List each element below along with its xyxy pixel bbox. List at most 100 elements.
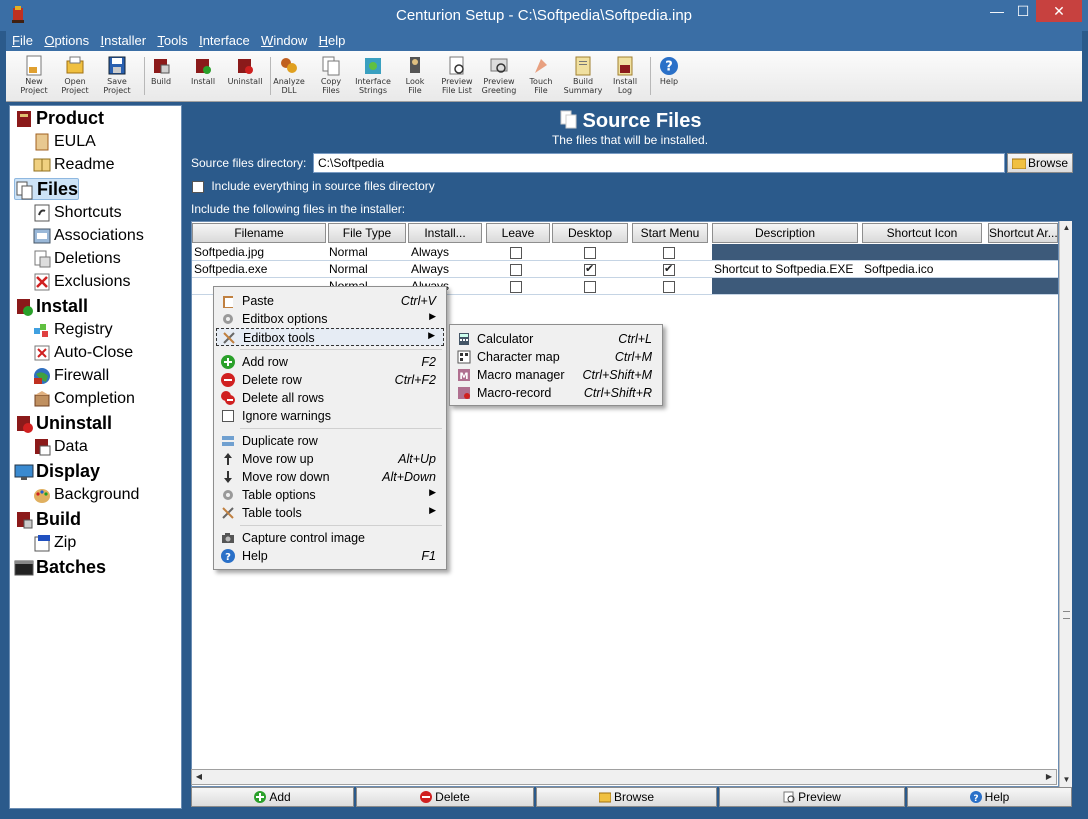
desktop-checkbox[interactable] xyxy=(584,246,596,259)
cell-filename[interactable]: Softpedia.exe xyxy=(194,262,326,276)
tree-item-background[interactable]: Background xyxy=(32,485,139,507)
tree-item-deletions[interactable]: Deletions xyxy=(32,249,121,271)
help-button[interactable]: ? Help xyxy=(649,53,689,99)
cell-desktop[interactable] xyxy=(584,279,596,293)
tree-item-files[interactable]: Files xyxy=(14,178,80,200)
cell-leave[interactable] xyxy=(510,279,522,293)
ctx-help[interactable]: ? Help F1 xyxy=(216,547,444,565)
menu-installer[interactable]: Installer xyxy=(94,31,148,48)
cell-install[interactable]: Always xyxy=(411,262,449,276)
table-row[interactable]: Softpedia.jpg Normal Always xyxy=(192,244,1058,261)
cell-description-empty[interactable] xyxy=(712,244,1058,260)
cell-start-menu[interactable] xyxy=(663,279,675,293)
leave-checkbox[interactable] xyxy=(510,246,522,259)
col-header-description[interactable]: Description xyxy=(712,223,858,243)
sub-macro-manager[interactable]: M Macro manager Ctrl+Shift+M xyxy=(452,366,660,384)
cell-filename[interactable]: Softpedia.jpg xyxy=(194,245,326,259)
look-file-button[interactable]: Look File xyxy=(395,53,435,99)
col-header-desktop[interactable]: Desktop xyxy=(552,223,628,243)
install-log-button[interactable]: Install Log xyxy=(605,53,645,99)
ctx-delete-row[interactable]: Delete row Ctrl+F2 xyxy=(216,371,444,389)
close-button[interactable]: ✕ xyxy=(1036,0,1082,22)
cell-leave[interactable] xyxy=(510,245,522,259)
cell-desktop[interactable] xyxy=(584,245,596,259)
ctx-capture-control-image[interactable]: Capture control image xyxy=(216,529,444,547)
preview-file-list-button[interactable]: Preview File List xyxy=(437,53,477,99)
tree-item-product[interactable]: Product xyxy=(14,108,104,130)
tree-item-install[interactable]: Install xyxy=(14,296,88,318)
start-menu-checkbox[interactable] xyxy=(663,246,675,259)
tree-item-auto-close[interactable]: Auto-Close xyxy=(32,343,133,365)
scroll-down-arrow[interactable]: ▼ xyxy=(1060,773,1073,786)
col-header-install[interactable]: Install... xyxy=(408,223,482,243)
tree-item-firewall[interactable]: Firewall xyxy=(32,366,109,388)
ctx-editbox-tools[interactable]: Editbox tools ▶ xyxy=(216,328,444,346)
tree-item-build[interactable]: Build xyxy=(14,509,81,531)
uninstall-button[interactable]: Uninstall xyxy=(225,53,265,99)
cell-file-type[interactable]: Normal xyxy=(329,262,368,276)
col-header-shortcut-args[interactable]: Shortcut Ar... xyxy=(988,223,1058,243)
col-header-start-menu[interactable]: Start Menu xyxy=(632,223,708,243)
ignore-warnings-checkbox[interactable] xyxy=(222,410,234,422)
minimize-button[interactable]: — xyxy=(984,0,1010,22)
cell-leave[interactable] xyxy=(510,262,522,276)
tree-item-zip[interactable]: Zip xyxy=(32,533,76,555)
col-header-shortcut-icon[interactable]: Shortcut Icon xyxy=(862,223,982,243)
menu-interface[interactable]: Interface xyxy=(193,31,252,48)
start-menu-checkbox[interactable] xyxy=(663,262,675,276)
cell-description-empty[interactable] xyxy=(712,278,1058,294)
build-button[interactable]: Build xyxy=(141,53,181,99)
menu-options[interactable]: Options xyxy=(38,31,91,48)
ctx-table-tools[interactable]: Table tools ▶ xyxy=(216,504,444,522)
ctx-duplicate-row[interactable]: Duplicate row xyxy=(216,432,444,450)
tree-item-shortcuts[interactable]: Shortcuts xyxy=(32,203,122,225)
copy-files-button[interactable]: Copy Files xyxy=(311,53,351,99)
include-all-checkbox-row[interactable]: Include everything in source files direc… xyxy=(192,179,435,193)
tree-item-batches[interactable]: Batches xyxy=(14,557,106,579)
ctx-add-row[interactable]: Add row F2 xyxy=(216,353,444,371)
ctx-editbox-options[interactable]: Editbox options ▶ xyxy=(216,310,444,328)
leave-checkbox[interactable] xyxy=(510,280,522,293)
tree-item-exclusions[interactable]: Exclusions xyxy=(32,272,130,294)
source-dir-input[interactable]: C:\Softpedia xyxy=(313,153,1005,173)
col-header-file-type[interactable]: File Type xyxy=(328,223,406,243)
analyze-dll-button[interactable]: Analyze DLL xyxy=(269,53,309,99)
add-row-button[interactable]: Add xyxy=(191,787,354,807)
browse-files-button[interactable]: Browse xyxy=(536,787,717,807)
start-menu-checkbox[interactable] xyxy=(663,280,675,293)
scroll-left-arrow[interactable]: ◀ xyxy=(192,770,206,784)
horizontal-scrollbar[interactable]: ◀ ▶ xyxy=(191,769,1057,785)
sub-calculator[interactable]: Calculator Ctrl+L xyxy=(452,330,660,348)
leave-checkbox[interactable] xyxy=(510,263,522,276)
tree-item-readme[interactable]: Readme xyxy=(32,155,114,177)
scroll-grip[interactable] xyxy=(1063,611,1070,619)
sub-macro-record[interactable]: Macro-record Ctrl+Shift+R xyxy=(452,384,660,402)
ctx-ignore-warnings[interactable]: Ignore warnings xyxy=(216,407,444,425)
delete-row-button[interactable]: Delete xyxy=(356,787,534,807)
tree-item-data[interactable]: Data xyxy=(32,437,88,459)
vertical-scrollbar[interactable]: ▲ ▼ xyxy=(1059,221,1072,787)
ctx-move-row-up[interactable]: Move row up Alt+Up xyxy=(216,450,444,468)
preview-button[interactable]: Preview xyxy=(719,787,905,807)
ctx-move-row-down[interactable]: Move row down Alt+Down xyxy=(216,468,444,486)
tree-item-uninstall[interactable]: Uninstall xyxy=(14,413,112,435)
scroll-up-arrow[interactable]: ▲ xyxy=(1060,221,1073,234)
menu-tools[interactable]: Tools xyxy=(151,31,189,48)
tree-item-associations[interactable]: Associations xyxy=(32,226,144,248)
build-summary-button[interactable]: Build Summary xyxy=(563,53,603,99)
preview-greeting-button[interactable]: Preview Greeting xyxy=(479,53,519,99)
col-header-filename[interactable]: Filename xyxy=(192,223,326,243)
open-project-button[interactable]: Open Project xyxy=(55,53,95,99)
cell-start-menu[interactable] xyxy=(663,245,675,259)
menu-help[interactable]: Help xyxy=(313,31,348,48)
new-project-button[interactable]: New Project xyxy=(14,53,54,99)
desktop-checkbox[interactable] xyxy=(584,262,596,276)
interface-strings-button[interactable]: Interface Strings xyxy=(353,53,393,99)
cell-description[interactable]: Shortcut to Softpedia.EXE xyxy=(714,262,860,276)
help-bottom-button[interactable]: ? Help xyxy=(907,787,1072,807)
desktop-checkbox[interactable] xyxy=(584,280,596,293)
ctx-table-options[interactable]: Table options ▶ xyxy=(216,486,444,504)
cell-start-menu[interactable] xyxy=(663,262,675,276)
sub-character-map[interactable]: Character map Ctrl+M xyxy=(452,348,660,366)
browse-dir-button[interactable]: Browse xyxy=(1007,153,1073,173)
